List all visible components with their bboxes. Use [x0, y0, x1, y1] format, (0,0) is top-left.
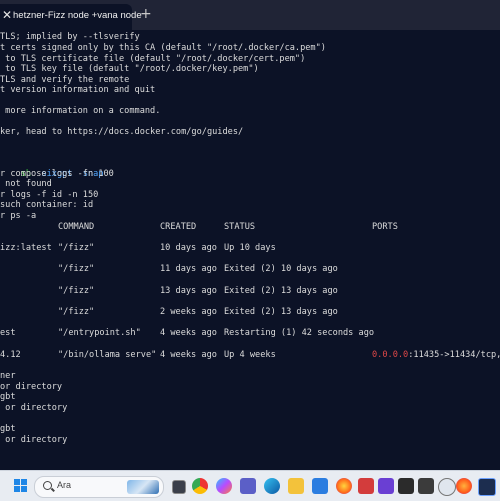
close-tab-icon[interactable]: ✕ [2, 8, 12, 22]
terminal-line: ker, head to https://docs.docker.com/go/… [0, 127, 244, 137]
purple-app-icon[interactable] [378, 478, 394, 494]
row-status: Exited (2) 13 days ago [224, 307, 338, 317]
start-button[interactable] [14, 479, 28, 493]
teams-icon[interactable] [240, 478, 256, 494]
firefox-icon[interactable] [336, 478, 352, 494]
row-status: Up 4 weeks [224, 350, 276, 360]
taskbar: Ara [0, 470, 500, 501]
row-status: Up 10 days [224, 243, 276, 253]
tool-icon[interactable] [418, 478, 434, 494]
terminal-line: such container: id [0, 200, 94, 210]
row-command: "/fizz" [58, 243, 95, 253]
row-created: 11 days ago [160, 264, 217, 274]
row-created: 10 days ago [160, 243, 217, 253]
terminal-line: more information on a command. [0, 106, 161, 116]
chrome-icon[interactable] [192, 478, 208, 494]
row-created: 2 weeks ago [160, 307, 217, 317]
row-status: Exited (2) 10 days ago [224, 264, 338, 274]
terminal-line: gbt [0, 424, 16, 434]
row-created: 4 weeks ago [160, 350, 217, 360]
taskbar-search[interactable]: Ara [34, 476, 164, 498]
row-command: "/fizz" [58, 286, 95, 296]
terminal-line: t version information and quit [0, 85, 156, 95]
row-status: Exited (2) 13 days ago [224, 286, 338, 296]
terminal-line: TLS; implied by --tlsverify [0, 32, 140, 42]
terminal-line: to TLS key file (default "/root/.docker/… [0, 64, 259, 74]
sync-icon[interactable] [438, 478, 456, 496]
tab-title: hetzner-Fizz node +vana node [13, 10, 142, 21]
row-command: "/entrypoint.sh" [58, 328, 141, 338]
row-image: est [0, 328, 16, 338]
row-command: "/bin/ollama serve" [58, 350, 157, 360]
col-header-command: COMMAND [58, 222, 95, 232]
search-icon [43, 481, 52, 490]
task-view-icon[interactable] [172, 480, 186, 494]
search-placeholder: Ara [57, 480, 72, 490]
row-command: "/fizz" [58, 264, 95, 274]
terminal-tab[interactable]: ✕ hetzner-Fizz node +vana node [0, 4, 142, 30]
col-header-created: CREATED [160, 222, 197, 232]
col-header-ports: PORTS [372, 222, 398, 232]
new-tab-button[interactable]: + [140, 6, 152, 22]
row-command: "/fizz" [58, 307, 95, 317]
app-icon[interactable] [358, 478, 374, 494]
terminal-line: gbt [0, 392, 16, 402]
terminal-line: or directory [0, 435, 68, 445]
col-header-status: STATUS [224, 222, 256, 232]
row-created: 4 weeks ago [160, 328, 217, 338]
row-image: 4.12 [0, 350, 21, 360]
store-icon[interactable] [312, 478, 328, 494]
files-icon[interactable] [288, 478, 304, 494]
edge-icon[interactable] [264, 478, 280, 494]
terminal-line: r ps -a [0, 211, 37, 221]
port-mapping: :11435->11434/tcp, [: [408, 350, 500, 360]
terminal-line: t certs signed only by this CA (default … [0, 43, 326, 53]
port-ip: 0.0.0.0 [372, 350, 409, 360]
copilot-icon[interactable] [216, 478, 232, 494]
terminal-line: ner [0, 371, 16, 381]
row-status: Restarting (1) 42 seconds ago [224, 328, 375, 338]
window-icon[interactable] [478, 478, 496, 496]
terminal-icon[interactable] [398, 478, 414, 494]
row-ports: 0.0.0.0:11435->11434/tcp, [: [372, 350, 500, 361]
search-highlight-image [127, 480, 159, 494]
terminal-line: or directory [0, 403, 68, 413]
terminal-line: not found [0, 179, 52, 189]
firefox2-icon[interactable] [456, 478, 472, 494]
terminal-output[interactable]: TLS; implied by --tlsverify t certs sign… [0, 30, 500, 470]
tab-bar: ✕ hetzner-Fizz node +vana node + [0, 0, 500, 30]
row-image: izz:latest [0, 243, 52, 253]
row-created: 13 days ago [160, 286, 217, 296]
